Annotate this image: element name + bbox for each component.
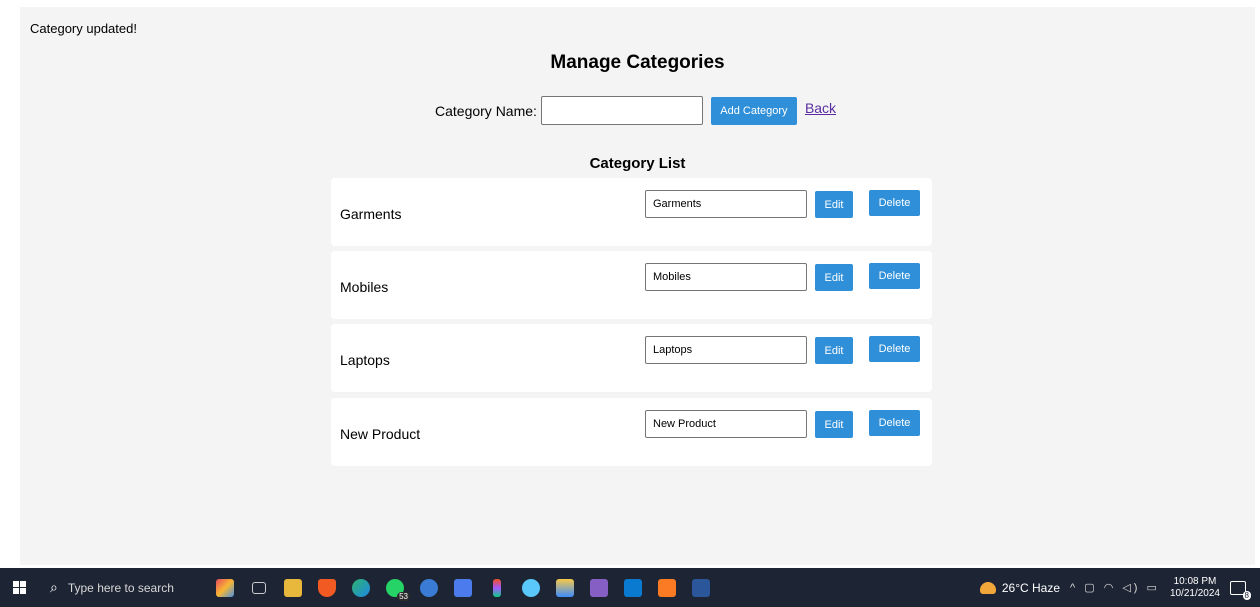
- edit-button[interactable]: Edit: [815, 191, 853, 218]
- task-view-icon[interactable]: [242, 568, 276, 607]
- back-link[interactable]: Back: [805, 100, 836, 116]
- brave-icon[interactable]: [310, 568, 344, 607]
- word-icon[interactable]: [684, 568, 718, 607]
- category-row: Mobiles Edit Delete: [331, 251, 932, 319]
- delete-button[interactable]: Delete: [869, 263, 920, 289]
- edit-button[interactable]: Edit: [815, 264, 853, 291]
- weather-text: 26°C Haze: [1001, 580, 1061, 595]
- category-name: Laptops: [340, 352, 390, 368]
- system-tray: 26°C Haze ^ ▢ ◠ ◁) ▭ 10:08 PM 10/21/2024…: [979, 568, 1260, 607]
- category-name: Garments: [340, 206, 402, 222]
- clock-time: 10:08 PM: [1173, 575, 1217, 587]
- taskbar-search[interactable]: ⌕ Type here to search: [38, 568, 208, 607]
- category-name-label: Category Name:: [435, 102, 537, 119]
- page-content: Category updated! Manage Categories Cate…: [20, 7, 1255, 565]
- notification-count: 8: [1242, 590, 1251, 600]
- page-title: Manage Categories: [550, 52, 725, 73]
- clock[interactable]: 10:08 PM 10/21/2024: [1170, 576, 1220, 600]
- clock-date: 10/21/2024: [1169, 587, 1220, 599]
- paint-icon[interactable]: [208, 568, 242, 607]
- edit-button[interactable]: Edit: [815, 411, 853, 438]
- delete-button[interactable]: Delete: [869, 336, 920, 362]
- add-category-button[interactable]: Add Category: [710, 96, 797, 125]
- xampp-icon[interactable]: [650, 568, 684, 607]
- visual-studio-icon[interactable]: [582, 568, 616, 607]
- category-edit-input[interactable]: [645, 336, 807, 364]
- search-placeholder: Type here to search: [67, 580, 174, 595]
- category-name: Mobiles: [340, 279, 389, 295]
- windows-icon: [12, 581, 26, 594]
- file-explorer-icon[interactable]: [276, 568, 310, 607]
- taskbar: ⌕ Type here to search 53 26°C Haze ^ ▢ ◠…: [0, 568, 1260, 607]
- category-name: New Product: [340, 426, 421, 442]
- figma-icon[interactable]: [480, 568, 514, 607]
- category-edit-input[interactable]: [645, 410, 807, 438]
- category-list-title: Category List: [589, 155, 686, 172]
- category-edit-input[interactable]: [645, 190, 807, 218]
- notification-icon[interactable]: 8: [1230, 580, 1251, 600]
- flash-message: Category updated!: [30, 21, 137, 36]
- delete-button[interactable]: Delete: [869, 410, 920, 436]
- search-icon: ⌕: [50, 579, 58, 595]
- weather-widget[interactable]: 26°C Haze: [979, 580, 1061, 595]
- tray-icons[interactable]: ^ ▢ ◠ ◁) ▭: [1070, 581, 1160, 594]
- app-icon[interactable]: [548, 568, 582, 607]
- category-row: Garments Edit Delete: [331, 178, 932, 246]
- category-name-input[interactable]: [540, 96, 703, 125]
- category-row: New Product Edit Delete: [331, 398, 932, 466]
- start-button[interactable]: [0, 568, 38, 607]
- whatsapp-badge: 53: [397, 592, 410, 601]
- app-icon[interactable]: [446, 568, 480, 607]
- category-row: Laptops Edit Delete: [331, 324, 932, 392]
- delete-button[interactable]: Delete: [869, 190, 920, 216]
- whatsapp-icon[interactable]: 53: [378, 568, 412, 607]
- add-category-form: Category Name: Add Category Back: [435, 96, 836, 125]
- category-edit-input[interactable]: [645, 263, 807, 291]
- vscode-icon[interactable]: [616, 568, 650, 607]
- edge-icon[interactable]: [344, 568, 378, 607]
- app-store-icon[interactable]: [412, 568, 446, 607]
- edit-button[interactable]: Edit: [815, 337, 853, 364]
- weather-icon: [979, 581, 996, 594]
- app-icon[interactable]: [514, 568, 548, 607]
